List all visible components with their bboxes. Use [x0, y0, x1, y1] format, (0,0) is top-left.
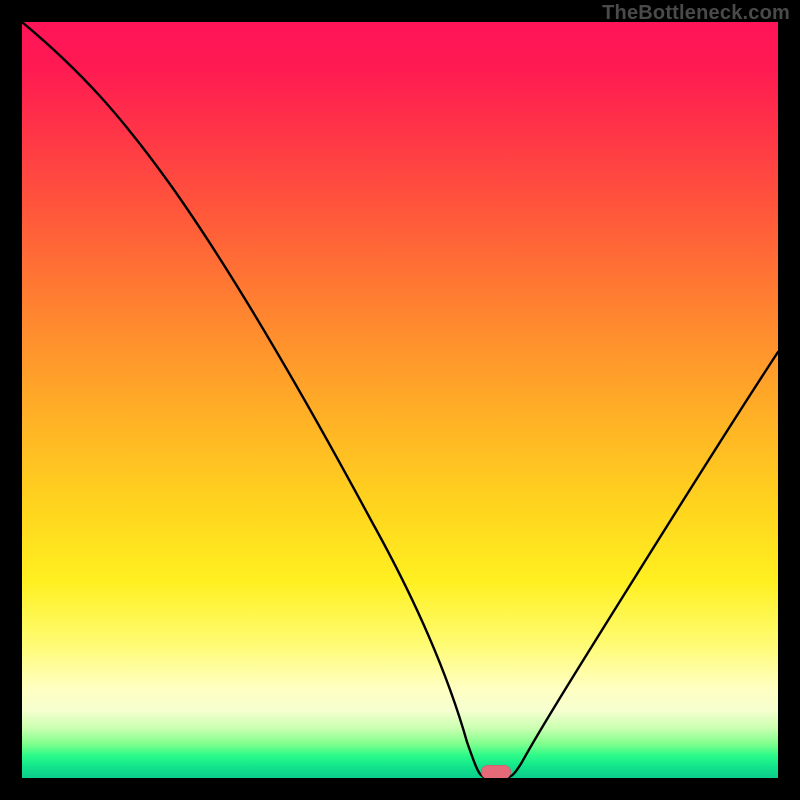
watermark-text: TheBottleneck.com	[602, 2, 790, 25]
plot-area	[22, 22, 778, 778]
bottleneck-curve	[22, 22, 778, 778]
curve-path	[22, 22, 778, 777]
chart-frame: TheBottleneck.com	[0, 0, 800, 800]
optimal-marker	[481, 765, 511, 778]
